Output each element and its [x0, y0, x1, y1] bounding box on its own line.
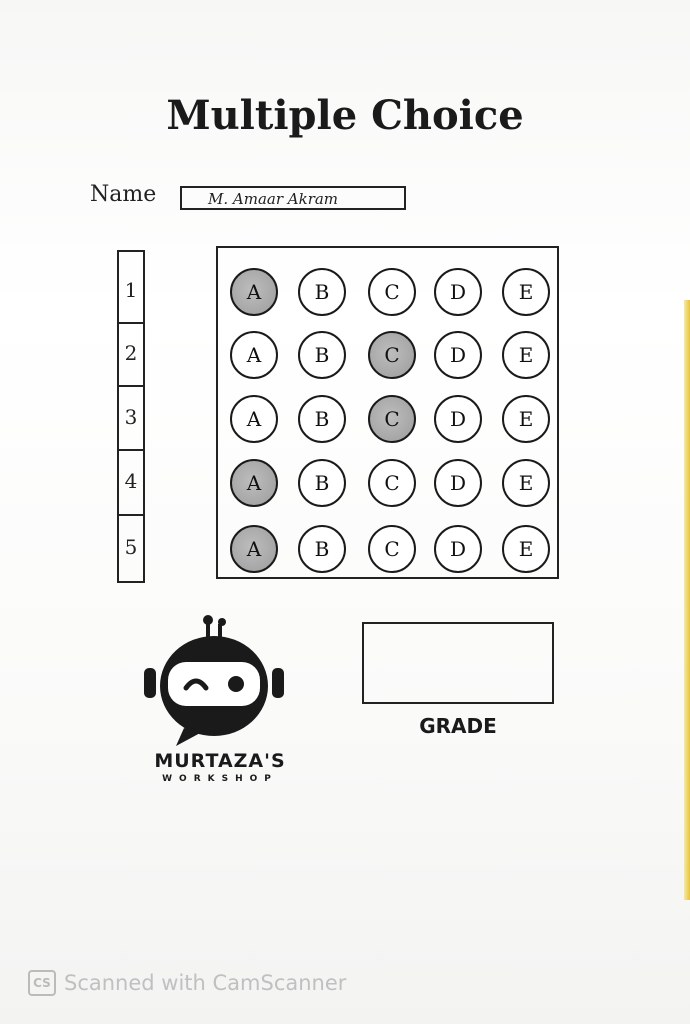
answer-bubble-q2-b[interactable]: B: [298, 331, 346, 379]
answer-bubble-q2-c[interactable]: C: [368, 331, 416, 379]
scanner-watermark: CS Scanned with CamScanner: [28, 970, 346, 996]
camscanner-icon: CS: [28, 970, 56, 996]
question-number: 2: [124, 341, 138, 365]
question-separator: [119, 514, 143, 516]
answer-bubble-q3-d[interactable]: D: [434, 395, 482, 443]
answer-bubble-q3-b[interactable]: B: [298, 395, 346, 443]
answer-bubble-q5-c[interactable]: C: [368, 525, 416, 573]
answer-bubble-q5-b[interactable]: B: [298, 525, 346, 573]
answer-bubble-q4-a[interactable]: A: [230, 459, 278, 507]
answer-bubble-q2-d[interactable]: D: [434, 331, 482, 379]
page-title: Multiple Choice: [166, 92, 524, 139]
answer-bubble-q1-c[interactable]: C: [368, 268, 416, 316]
answer-bubble-q4-c[interactable]: C: [368, 459, 416, 507]
answer-bubble-q1-e[interactable]: E: [502, 268, 550, 316]
answer-bubble-q2-a[interactable]: A: [230, 331, 278, 379]
name-field[interactable]: M. Amaar Akram: [180, 186, 406, 210]
brand-logo: MURTAZA'S WORKSHOP: [140, 612, 300, 792]
answer-bubble-q4-d[interactable]: D: [434, 459, 482, 507]
answer-bubble-q5-d[interactable]: D: [434, 525, 482, 573]
answer-grid: ABCDEABCDEABCDEABCDEABCDE: [216, 246, 559, 579]
brand-tagline: WORKSHOP: [162, 774, 278, 784]
answer-bubble-q5-a[interactable]: A: [230, 525, 278, 573]
answer-bubble-q3-a[interactable]: A: [230, 395, 278, 443]
question-number: 3: [124, 405, 138, 429]
answer-bubble-q2-e[interactable]: E: [502, 331, 550, 379]
question-separator: [119, 449, 143, 451]
question-separator: [119, 385, 143, 387]
question-number: 4: [124, 469, 138, 493]
answer-bubble-q5-e[interactable]: E: [502, 525, 550, 573]
question-number-column: 1 2 3 4 5: [117, 250, 145, 583]
name-label: Name: [90, 182, 157, 207]
question-number: 5: [124, 535, 138, 559]
brand-name: MURTAZA'S: [154, 750, 286, 772]
answer-bubble-q1-d[interactable]: D: [434, 268, 482, 316]
answer-bubble-q3-e[interactable]: E: [502, 395, 550, 443]
answer-sheet: Multiple Choice Name M. Amaar Akram 1 2 3 4…: [0, 0, 690, 1024]
name-value: M. Amaar Akram: [208, 190, 339, 208]
answer-bubble-q1-a[interactable]: A: [230, 268, 278, 316]
watermark-text: Scanned with CamScanner: [64, 971, 347, 995]
question-separator: [119, 322, 143, 324]
paper-edge: [684, 300, 690, 900]
answer-bubble-q4-b[interactable]: B: [298, 459, 346, 507]
grade-label: GRADE: [419, 714, 497, 738]
robot-logo-icon: [144, 615, 284, 746]
question-number: 1: [124, 278, 138, 302]
answer-bubble-q1-b[interactable]: B: [298, 268, 346, 316]
answer-bubble-q3-c[interactable]: C: [368, 395, 416, 443]
grade-field[interactable]: [362, 622, 554, 704]
answer-bubble-q4-e[interactable]: E: [502, 459, 550, 507]
